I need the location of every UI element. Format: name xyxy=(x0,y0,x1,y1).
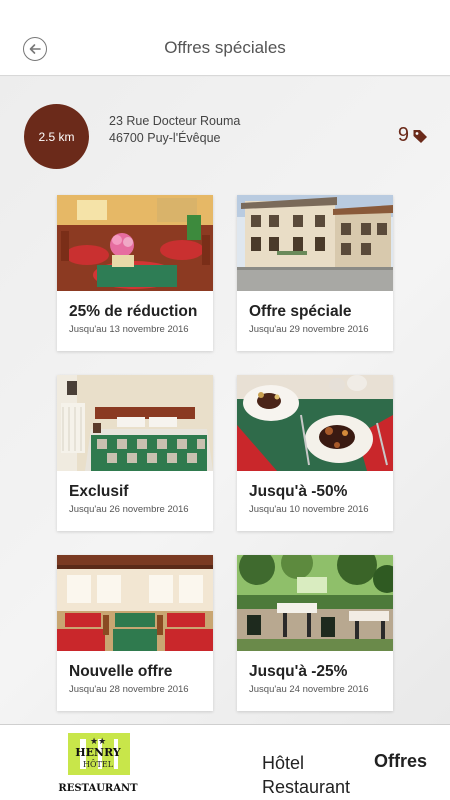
offer-card[interactable]: Exclusif Jusqu'au 26 novembre 2016 xyxy=(57,375,213,531)
logo-top-text: HENRY xyxy=(75,746,121,759)
offer-date: Jusqu'au 29 novembre 2016 xyxy=(249,324,369,335)
offer-card[interactable]: Jusqu'à -50% Jusqu'au 10 novembre 2016 xyxy=(237,375,393,531)
offer-image-terrace xyxy=(237,555,393,651)
offer-title: Offre spéciale xyxy=(249,303,352,320)
bottom-nav: ★★ HENRY HÔTEL RESTAURANT Hôtel Restaura… xyxy=(0,724,450,800)
offer-date: Jusqu'au 26 novembre 2016 xyxy=(69,504,189,515)
nav-offres[interactable]: Offres xyxy=(374,751,427,772)
offer-card[interactable]: Jusqu'à -25% Jusqu'au 24 novembre 2016 xyxy=(237,555,393,711)
offer-count-value: 9 xyxy=(397,124,409,146)
nav-hotel-restaurant[interactable]: Hôtel Restaurant xyxy=(262,751,350,799)
offer-card[interactable]: Offre spéciale Jusqu'au 29 novembre 2016 xyxy=(237,195,393,351)
offers-grid: 25% de réduction Jusqu'au 13 novembre 20… xyxy=(57,195,393,711)
henry-hotel-logo[interactable]: ★★ HENRY HÔTEL RESTAURANT xyxy=(56,731,140,797)
offer-count[interactable]: 9 xyxy=(398,124,428,147)
address-line-1: 23 Rue Docteur Rouma xyxy=(109,114,241,128)
offer-title: Jusqu'à -50% xyxy=(249,483,348,500)
offer-image-hall xyxy=(57,555,213,651)
nav-restaurant-label: Restaurant xyxy=(262,777,351,797)
offer-date: Jusqu'au 10 novembre 2016 xyxy=(249,504,369,515)
offer-image-restaurant xyxy=(57,195,213,291)
offer-date: Jusqu'au 13 novembre 2016 xyxy=(69,324,189,335)
offer-title: Exclusif xyxy=(69,483,129,500)
offer-image-bedroom xyxy=(57,375,213,471)
nav-hotel-label: Hôtel xyxy=(262,753,305,773)
offers-content[interactable]: 2.5 km 23 Rue Docteur Rouma 46700 Puy-l'… xyxy=(0,77,450,724)
app-header: Offres spéciales xyxy=(0,0,450,76)
logo-mid-text: HÔTEL xyxy=(83,760,114,769)
page-title: Offres spéciales xyxy=(164,38,286,57)
tag-icon xyxy=(413,129,427,143)
offer-date: Jusqu'au 24 novembre 2016 xyxy=(249,684,369,695)
offer-title: Jusqu'à -25% xyxy=(249,663,348,680)
offer-image-hotel xyxy=(237,195,393,291)
offer-image-dish xyxy=(237,375,393,471)
offer-card[interactable]: 25% de réduction Jusqu'au 13 novembre 20… xyxy=(57,195,213,351)
address-block: 23 Rue Docteur Rouma 46700 Puy-l'Évêque xyxy=(109,113,240,147)
offer-date: Jusqu'au 28 novembre 2016 xyxy=(69,684,189,695)
address-line-2: 46700 Puy-l'Évêque xyxy=(109,131,221,145)
offer-card[interactable]: Nouvelle offre Jusqu'au 28 novembre 2016 xyxy=(57,555,213,711)
distance-badge: 2.5 km xyxy=(24,104,89,169)
offer-title: 25% de réduction xyxy=(69,303,198,320)
logo-bottom-text: RESTAURANT xyxy=(58,783,138,794)
offer-title: Nouvelle offre xyxy=(69,663,173,680)
